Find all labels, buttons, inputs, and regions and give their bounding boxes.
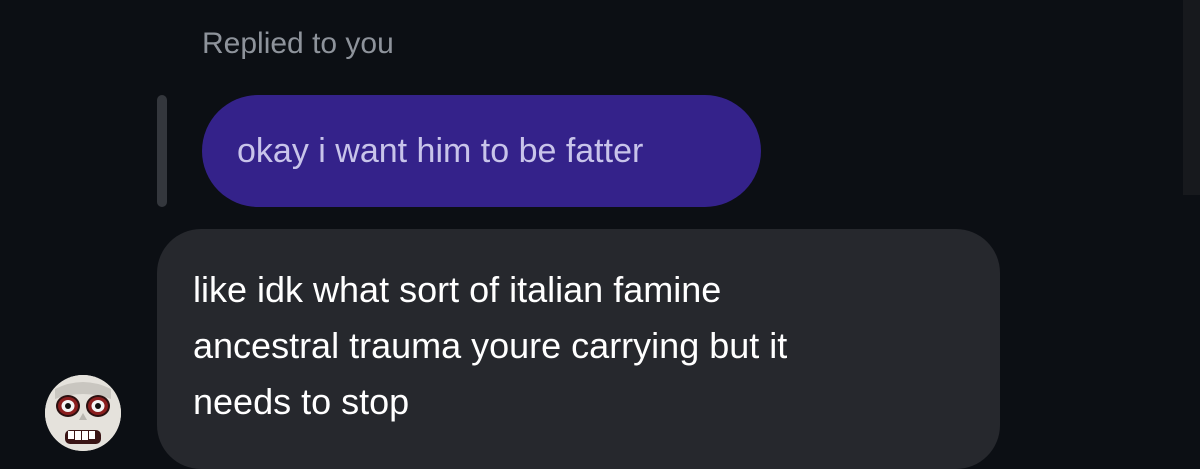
quoted-message-bubble[interactable]: okay i want him to be fatter bbox=[202, 95, 761, 207]
message-line: needs to stop bbox=[193, 381, 410, 422]
avatar[interactable] bbox=[45, 375, 121, 451]
replied-to-you-label: Replied to you bbox=[202, 27, 394, 60]
message-line: like idk what sort of italian famine bbox=[193, 269, 722, 310]
message-bubble[interactable]: like idk what sort of italian famine anc… bbox=[157, 229, 1000, 469]
reply-indicator-bar bbox=[157, 95, 167, 207]
right-scroll-edge bbox=[1183, 0, 1200, 195]
message-line: ancestral trauma youre carrying but it bbox=[193, 325, 788, 366]
creepy-doll-face-icon bbox=[45, 375, 121, 451]
